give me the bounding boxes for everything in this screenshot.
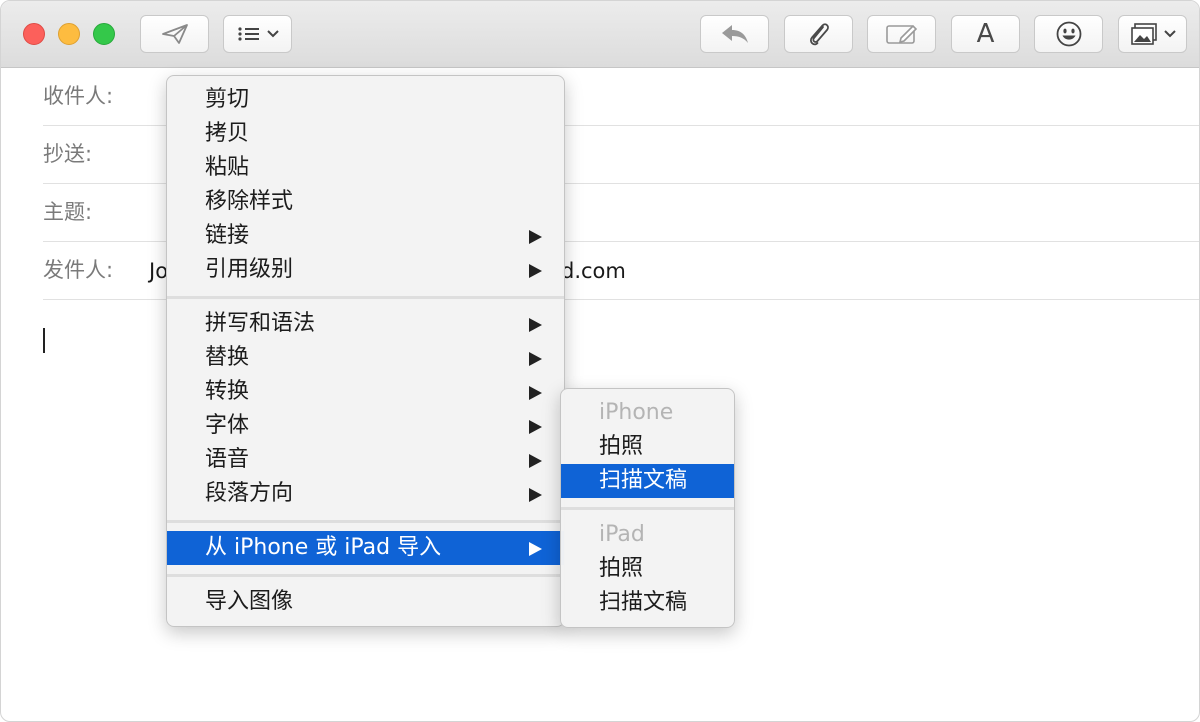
format-list-button[interactable]: [223, 15, 292, 53]
submenu-arrow-icon: [529, 454, 542, 468]
menu-item-label: 移除样式: [205, 189, 294, 214]
submenu-header-label: iPad: [599, 522, 645, 547]
menu-item-paragraph-direction[interactable]: 段落方向: [167, 477, 564, 511]
menu-item-spelling-grammar[interactable]: 拼写和语法: [167, 307, 564, 341]
submenu-item-label: 拍照: [599, 434, 644, 459]
menu-separator: [167, 574, 564, 577]
menu-item-paste[interactable]: 粘贴: [167, 151, 564, 185]
menu-separator: [561, 507, 734, 510]
zoom-window-button[interactable]: [93, 23, 115, 45]
to-label: 收件人:: [43, 84, 114, 108]
mail-compose-window: A 收件人: 抄送: 主题: 发件人: Jo d.com 剪切 拷贝 粘贴 移除…: [0, 0, 1200, 722]
emoji-button[interactable]: [1034, 15, 1103, 53]
menu-item-label: 替换: [205, 345, 250, 370]
reply-button[interactable]: [700, 15, 769, 53]
menu-item-remove-style[interactable]: 移除样式: [167, 185, 564, 219]
menu-item-label: 剪切: [205, 87, 250, 112]
photo-browser-button[interactable]: [1118, 15, 1187, 53]
minimize-window-button[interactable]: [58, 23, 80, 45]
menu-item-label: 字体: [205, 413, 250, 438]
menu-item-transformations[interactable]: 转换: [167, 375, 564, 409]
font-icon: A: [976, 19, 995, 49]
menu-item-cut[interactable]: 剪切: [167, 83, 564, 117]
submenu-item-label: 扫描文稿: [599, 590, 688, 615]
attachment-icon: [809, 23, 829, 46]
subject-label: 主题:: [43, 200, 93, 224]
menu-item-label: 转换: [205, 379, 250, 404]
submenu-arrow-icon: [529, 230, 542, 244]
menu-item-quote-level[interactable]: 引用级别: [167, 253, 564, 287]
menu-item-import-from-device[interactable]: 从 iPhone 或 iPad 导入: [167, 531, 564, 565]
submenu-header-ipad: iPad: [561, 518, 734, 552]
context-menu: 剪切 拷贝 粘贴 移除样式 链接 引用级别 拼写和语法 替换 转换 字体 语音 …: [166, 75, 565, 627]
menu-item-label: 拼写和语法: [205, 311, 316, 336]
send-button[interactable]: [140, 15, 209, 53]
close-window-button[interactable]: [23, 23, 45, 45]
markup-button[interactable]: [867, 15, 936, 53]
menu-item-label: 粘贴: [205, 155, 250, 180]
text-cursor: [43, 328, 45, 353]
submenu-arrow-icon: [529, 318, 542, 332]
menu-item-label: 链接: [205, 223, 250, 248]
cc-label: 抄送:: [43, 142, 93, 166]
chevron-down-icon: [1163, 30, 1176, 38]
menu-item-label: 从 iPhone 或 iPad 导入: [205, 535, 442, 560]
menu-item-label: 拷贝: [205, 121, 250, 146]
menu-separator: [167, 296, 564, 299]
submenu-arrow-icon: [529, 352, 542, 366]
menu-item-font[interactable]: 字体: [167, 409, 564, 443]
photo-browser-icon: [1130, 23, 1157, 45]
submenu-item-iphone-take-photo[interactable]: 拍照: [561, 430, 734, 464]
menu-item-label: 导入图像: [205, 589, 294, 614]
device-import-submenu: iPhone 拍照 扫描文稿 iPad 拍照 扫描文稿: [560, 388, 735, 628]
fonts-button[interactable]: A: [951, 15, 1020, 53]
menu-item-import-image[interactable]: 导入图像: [167, 585, 564, 619]
submenu-item-iphone-scan-document[interactable]: 扫描文稿: [561, 464, 734, 498]
from-value-end: d.com: [561, 259, 626, 283]
toolbar: A: [1, 1, 1199, 68]
attach-button[interactable]: [784, 15, 853, 53]
markup-icon: [885, 24, 917, 44]
menu-item-copy[interactable]: 拷贝: [167, 117, 564, 151]
menu-item-substitutions[interactable]: 替换: [167, 341, 564, 375]
from-label: 发件人:: [43, 258, 114, 282]
submenu-arrow-icon: [529, 264, 542, 278]
list-format-icon: [237, 27, 259, 41]
submenu-item-ipad-scan-document[interactable]: 扫描文稿: [561, 586, 734, 620]
menu-item-link[interactable]: 链接: [167, 219, 564, 253]
send-icon: [161, 24, 188, 44]
submenu-item-ipad-take-photo[interactable]: 拍照: [561, 552, 734, 586]
menu-separator: [167, 520, 564, 523]
menu-item-label: 引用级别: [205, 257, 294, 282]
submenu-arrow-icon: [529, 542, 542, 556]
menu-item-speech[interactable]: 语音: [167, 443, 564, 477]
menu-item-label: 段落方向: [205, 481, 294, 506]
submenu-arrow-icon: [529, 488, 542, 502]
submenu-header-iphone: iPhone: [561, 396, 734, 430]
submenu-arrow-icon: [529, 420, 542, 434]
emoji-icon: [1056, 21, 1081, 47]
submenu-item-label: 拍照: [599, 556, 644, 581]
menu-item-label: 语音: [205, 447, 250, 472]
chevron-down-icon: [266, 30, 279, 38]
submenu-item-label: 扫描文稿: [599, 468, 688, 493]
reply-icon: [721, 25, 748, 43]
submenu-header-label: iPhone: [599, 400, 674, 425]
submenu-arrow-icon: [529, 386, 542, 400]
